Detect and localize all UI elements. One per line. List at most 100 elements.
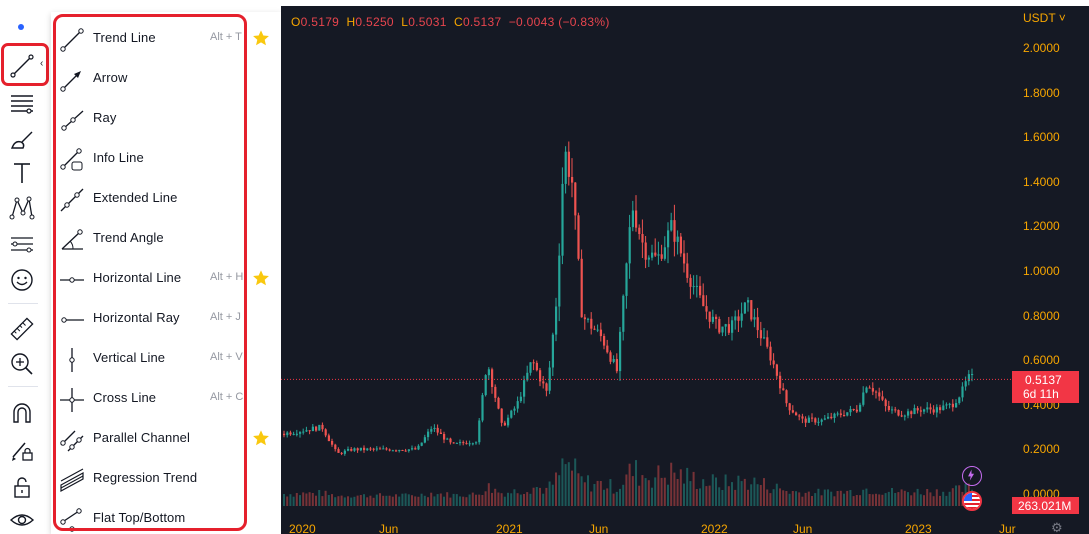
- menu-item-cross-line[interactable]: Cross Line Alt + C: [53, 378, 247, 418]
- dot-icon[interactable]: [18, 24, 24, 30]
- candle-body: [487, 369, 490, 376]
- volume-bar: [526, 492, 529, 506]
- volume-bar: [286, 496, 289, 506]
- volume-bar: [353, 496, 356, 506]
- emoji-tools-button[interactable]: [4, 263, 40, 297]
- volume-bar: [593, 484, 596, 506]
- candle-body: [667, 230, 670, 248]
- candle-body: [500, 408, 503, 423]
- candle-body: [734, 316, 737, 321]
- hide-tool-button[interactable]: [4, 503, 40, 534]
- pattern-icon: [9, 196, 35, 220]
- flat-top-bottom-icon: [60, 508, 83, 532]
- volume-bar: [833, 496, 836, 506]
- volume-bar: [535, 487, 538, 506]
- candle-body: [507, 417, 510, 426]
- candle-body: [516, 401, 519, 409]
- candle-body: [884, 399, 887, 407]
- candle-body: [369, 448, 372, 450]
- candle-body: [561, 183, 564, 256]
- candle-body: [420, 442, 423, 446]
- price-tick-label: 1.0000: [1023, 264, 1060, 278]
- collapse-arrow-icon[interactable]: ‹: [40, 58, 43, 69]
- candle-body: [439, 432, 442, 434]
- candle-body: [651, 252, 654, 258]
- open-key: O: [291, 15, 301, 29]
- text-tools-button[interactable]: [4, 156, 40, 190]
- volume-bar: [763, 478, 765, 506]
- volume-bar: [503, 496, 506, 506]
- candle-body: [340, 452, 343, 454]
- menu-item-extended-line[interactable]: Extended Line: [53, 178, 247, 218]
- horizontal-line-icon: [60, 277, 84, 283]
- menu-item-arrow[interactable]: Arrow: [53, 58, 247, 98]
- candle-body: [625, 263, 628, 296]
- volume-bar: [910, 495, 913, 506]
- volume-bar: [340, 495, 343, 506]
- candle-body: [494, 386, 497, 398]
- menu-item-regression-trend[interactable]: Regression Trend: [53, 458, 247, 498]
- candlestick-chart-canvas[interactable]: [281, 6, 1089, 534]
- candle-body: [359, 447, 362, 451]
- regression-trend-icon: [60, 468, 84, 493]
- volume-bar: [769, 493, 772, 506]
- volume-bar: [471, 492, 474, 506]
- measure-tool-button[interactable]: [4, 312, 40, 346]
- menu-item-info-line[interactable]: Info Line: [53, 138, 247, 178]
- candle-body: [491, 369, 494, 387]
- favorite-star-icon[interactable]: [252, 29, 270, 47]
- candle-body: [571, 177, 574, 183]
- volume-bar: [539, 487, 541, 506]
- candle-body: [644, 242, 647, 260]
- prediction-tools-button[interactable]: [4, 227, 40, 261]
- favorite-star-icon[interactable]: [252, 269, 270, 287]
- stay-drawing-tool-button[interactable]: [4, 433, 40, 467]
- candle-body: [510, 410, 513, 418]
- volume-bar: [436, 494, 439, 506]
- menu-item-trend-angle[interactable]: Trend Angle: [53, 218, 247, 258]
- volume-bar: [814, 493, 817, 506]
- candle-body: [686, 263, 689, 278]
- volume-bar: [516, 493, 519, 506]
- lock-tool-button[interactable]: [4, 470, 40, 504]
- magnet-tool-button[interactable]: [4, 396, 40, 430]
- volume-bar: [548, 481, 551, 506]
- menu-item-horizontal-ray[interactable]: Horizontal Ray Alt + J: [53, 298, 247, 338]
- volume-bar: [343, 497, 346, 506]
- brush-tools-button[interactable]: [4, 122, 40, 156]
- close-key: C: [453, 15, 463, 29]
- volume-bar: [756, 484, 759, 506]
- lightning-icon[interactable]: [962, 466, 982, 486]
- price-chart[interactable]: O0.5179 H0.5250 L0.5031 C0.5137 −0.0043 …: [281, 6, 1089, 534]
- volume-bar: [731, 482, 733, 506]
- pattern-tools-button[interactable]: [4, 191, 40, 225]
- volume-bar: [727, 486, 730, 506]
- volume-bar: [366, 497, 369, 506]
- menu-item-flat-top-bottom[interactable]: Flat Top/Bottom: [53, 498, 247, 534]
- favorite-star-icon[interactable]: [252, 429, 270, 447]
- candle-body: [849, 409, 852, 413]
- menu-item-trend-line[interactable]: Trend Line Alt + T: [53, 18, 247, 58]
- zoom-tool-button[interactable]: [4, 347, 40, 381]
- fib-tools-button[interactable]: [4, 86, 40, 120]
- volume-bar: [391, 496, 394, 506]
- volume-bar: [740, 481, 743, 506]
- menu-item-ray[interactable]: Ray: [53, 98, 247, 138]
- gear-icon[interactable]: ⚙: [1051, 520, 1063, 534]
- currency-selector[interactable]: USDT ˅: [1023, 11, 1066, 25]
- volume-bar: [926, 489, 929, 506]
- volume-bar: [654, 477, 657, 506]
- candle-body: [772, 360, 775, 365]
- volume-bar: [468, 494, 471, 506]
- us-flag-icon[interactable]: [962, 491, 982, 511]
- candle-body: [535, 362, 538, 371]
- candle-body: [801, 416, 804, 419]
- candle-body: [436, 427, 439, 433]
- menu-item-parallel-channel[interactable]: Parallel Channel: [53, 418, 247, 458]
- candle-body: [663, 247, 666, 259]
- volume-bar: [596, 480, 599, 506]
- volume-bar: [721, 490, 724, 506]
- menu-item-horizontal-line[interactable]: Horizontal Line Alt + H: [53, 258, 247, 298]
- menu-item-vertical-line[interactable]: Vertical Line Alt + V: [53, 338, 247, 378]
- volume-bar: [788, 493, 791, 506]
